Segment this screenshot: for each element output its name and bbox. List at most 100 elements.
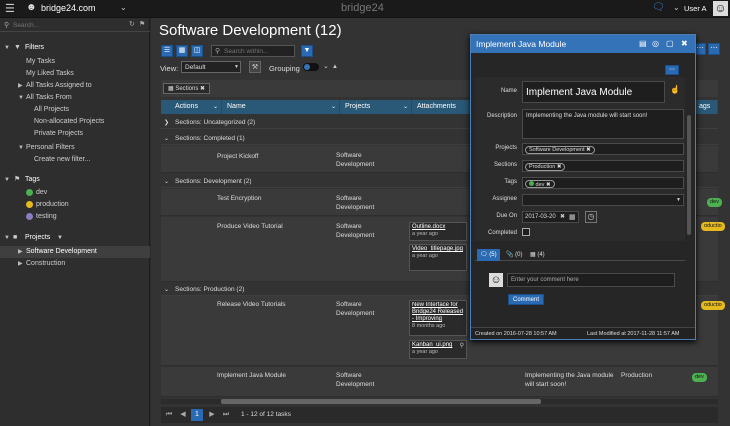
sidebar-item-private-projects[interactable]: Private Projects bbox=[0, 128, 150, 140]
project-chip[interactable]: Software Development ✖ bbox=[525, 146, 595, 154]
chat-icon[interactable]: 🗨 bbox=[652, 2, 665, 13]
pin-icon[interactable]: ⚑ bbox=[139, 20, 145, 28]
refresh-icon[interactable]: ↻ bbox=[129, 20, 135, 28]
attachment[interactable]: Video_titlepage.jpg a year ago bbox=[409, 244, 467, 271]
sections-field[interactable]: Production ✖ bbox=[522, 160, 684, 172]
thumbs-up-icon[interactable]: ☝ bbox=[670, 85, 680, 94]
tab-attachments[interactable]: 📎 (0) bbox=[503, 249, 526, 261]
col-name[interactable]: Name ⌄ bbox=[223, 100, 340, 114]
chevron-up-icon[interactable]: ▲ bbox=[332, 64, 338, 70]
sidebar-project-construction[interactable]: ▶ Construction bbox=[0, 258, 150, 270]
attachment[interactable]: New Interface for Bridge24 Released - Im… bbox=[409, 300, 467, 336]
task-name[interactable]: Produce Video Tutorial bbox=[217, 222, 283, 231]
projects-field[interactable]: Software Development ✖ bbox=[522, 143, 684, 155]
list-view-button[interactable]: ☰ bbox=[161, 45, 173, 57]
sidebar-search[interactable]: ⚲ ↻ ⚑ bbox=[0, 20, 150, 32]
scrollbar-thumb[interactable] bbox=[221, 399, 541, 404]
attachment-name[interactable]: Kanban_ui.png bbox=[412, 342, 464, 349]
col-projects[interactable]: Projects ⌄ bbox=[341, 100, 412, 114]
sidebar-item-my-tasks[interactable]: My Tasks bbox=[0, 56, 150, 68]
clear-icon[interactable]: ✖ bbox=[560, 213, 565, 220]
chevron-down-icon[interactable]: ⌄ bbox=[120, 3, 127, 12]
user-name[interactable]: User A bbox=[684, 4, 707, 13]
sidebar-search-input[interactable] bbox=[13, 21, 113, 30]
section-chip[interactable]: Production ✖ bbox=[525, 163, 566, 171]
wrench-button[interactable]: ⚒ bbox=[249, 61, 261, 73]
sidebar-item-non-allocated[interactable]: Non-allocated Projects bbox=[0, 116, 150, 128]
attachment[interactable]: Outline.docx a year ago bbox=[409, 222, 467, 241]
task-name[interactable]: Test Encryption bbox=[217, 194, 261, 203]
col-actions[interactable]: Actions ⌄ bbox=[171, 100, 222, 114]
tab-comments[interactable]: 🗨 (5) bbox=[477, 249, 500, 261]
attachment-name[interactable]: New Interface for Bridge24 Released - Im… bbox=[412, 302, 464, 323]
sidebar-item-my-liked-tasks[interactable]: My Liked Tasks bbox=[0, 68, 150, 80]
tags-header[interactable]: ▼ ⚑ Tags bbox=[0, 174, 150, 186]
page-title: Software Development (12) bbox=[159, 22, 342, 39]
assignee-select[interactable]: ▼ bbox=[522, 194, 684, 206]
comment-button[interactable]: Comment bbox=[508, 294, 545, 305]
due-on-field[interactable]: 2017-03-20 ✖ ▦ bbox=[522, 211, 579, 223]
sidebar-item-all-projects[interactable]: All Projects bbox=[0, 104, 150, 116]
tags-field[interactable]: dev ✖ bbox=[522, 177, 684, 189]
tab-history[interactable]: ▦ (4) bbox=[527, 249, 548, 261]
task-name[interactable]: Project Kickoff bbox=[217, 152, 258, 161]
filters-header[interactable]: ▼ ▼ Filters bbox=[0, 42, 150, 54]
board-icon: ◫ bbox=[193, 47, 201, 54]
board-view-button[interactable]: ◫ bbox=[191, 45, 203, 57]
search-within-input[interactable] bbox=[224, 47, 294, 56]
maximize-icon[interactable]: ▢ bbox=[666, 35, 674, 53]
close-icon[interactable]: ✖ bbox=[681, 35, 688, 53]
name-field[interactable]: Implement Java Module bbox=[522, 81, 665, 103]
sidebar-tag-testing[interactable]: testing bbox=[0, 211, 150, 223]
dialog-scrollbar[interactable] bbox=[687, 115, 691, 235]
sidebar-item-tasks-from[interactable]: ▼ All Tasks From bbox=[0, 92, 150, 104]
view-select[interactable]: Default ▼ bbox=[181, 61, 241, 73]
grouping-toggle[interactable] bbox=[303, 63, 319, 71]
avatar[interactable]: ☺ bbox=[713, 1, 728, 16]
search-within[interactable]: ⚲ bbox=[211, 45, 295, 57]
sidebar-item-personal-filters[interactable]: ▼ Personal Filters bbox=[0, 142, 150, 154]
horizontal-scrollbar[interactable] bbox=[161, 399, 718, 404]
save-icon[interactable]: ▤ bbox=[639, 35, 647, 53]
attachment[interactable]: Kanban_ui.png a year ago ⚲ bbox=[409, 340, 467, 359]
task-name[interactable]: Release Video Tutorials bbox=[217, 300, 286, 309]
hide-icon[interactable]: ◎ bbox=[652, 35, 659, 53]
user-chevron-icon[interactable]: ⌄ bbox=[673, 3, 680, 12]
attachment-name[interactable]: Video_titlepage.jpg bbox=[412, 246, 464, 253]
sidebar-tag-dev[interactable]: dev bbox=[0, 187, 150, 199]
dialog-more-button[interactable]: ⋯ bbox=[665, 65, 679, 75]
more-button[interactable]: ⋯ bbox=[708, 43, 720, 55]
close-icon[interactable]: ✖ bbox=[546, 182, 551, 188]
completed-checkbox[interactable] bbox=[522, 228, 530, 236]
table-row[interactable]: Implement Java Module Software Developme… bbox=[161, 367, 718, 397]
description-field[interactable]: Implementing the Java module will start … bbox=[522, 109, 684, 139]
comment-input[interactable]: Enter your comment here bbox=[507, 273, 675, 287]
chevron-down-icon[interactable]: ⌄ bbox=[323, 62, 329, 70]
first-page-icon[interactable]: ⏮ bbox=[163, 409, 175, 421]
calendar-view-button[interactable]: ▦ bbox=[176, 45, 188, 57]
page-number[interactable]: 1 bbox=[191, 409, 203, 421]
sidebar-item-create-filter[interactable]: Create new filter... bbox=[0, 154, 150, 166]
close-icon[interactable]: ✖ bbox=[200, 86, 205, 92]
menu-icon[interactable]: ☰ bbox=[5, 2, 15, 15]
clock-icon[interactable]: ◷ bbox=[585, 211, 597, 223]
last-page-icon[interactable]: ⏭ bbox=[220, 409, 232, 421]
sidebar-item-label: All Tasks Assigned to bbox=[26, 82, 92, 89]
tag-chip[interactable]: dev ✖ bbox=[525, 180, 555, 188]
task-name[interactable]: Implement Java Module bbox=[217, 371, 286, 380]
filter-button[interactable]: ▼ bbox=[301, 45, 313, 57]
close-icon[interactable]: ✖ bbox=[557, 164, 562, 170]
close-icon[interactable]: ✖ bbox=[586, 147, 591, 153]
group-chip[interactable]: ▦ Sections ✖ bbox=[163, 83, 211, 94]
sidebar-item-assigned-to[interactable]: ▶ All Tasks Assigned to bbox=[0, 80, 150, 92]
zoom-icon[interactable]: ⚲ bbox=[460, 342, 464, 349]
calendar-icon[interactable]: ▦ bbox=[569, 213, 576, 221]
col-tags[interactable]: ags bbox=[695, 100, 718, 114]
sidebar-project-software-development[interactable]: ▶ Software Development bbox=[0, 246, 150, 258]
attachment-name[interactable]: Outline.docx bbox=[412, 224, 464, 231]
task-detail-dialog: Implement Java Module ▤ ◎ ▢ ✖ ⋯ Name Imp… bbox=[470, 34, 696, 340]
projects-header[interactable]: ▼ ■ Projects ▼ bbox=[0, 232, 150, 244]
next-page-icon[interactable]: ▶ bbox=[206, 409, 218, 421]
prev-page-icon[interactable]: ◀ bbox=[177, 409, 189, 421]
sidebar-tag-production[interactable]: production bbox=[0, 199, 150, 211]
